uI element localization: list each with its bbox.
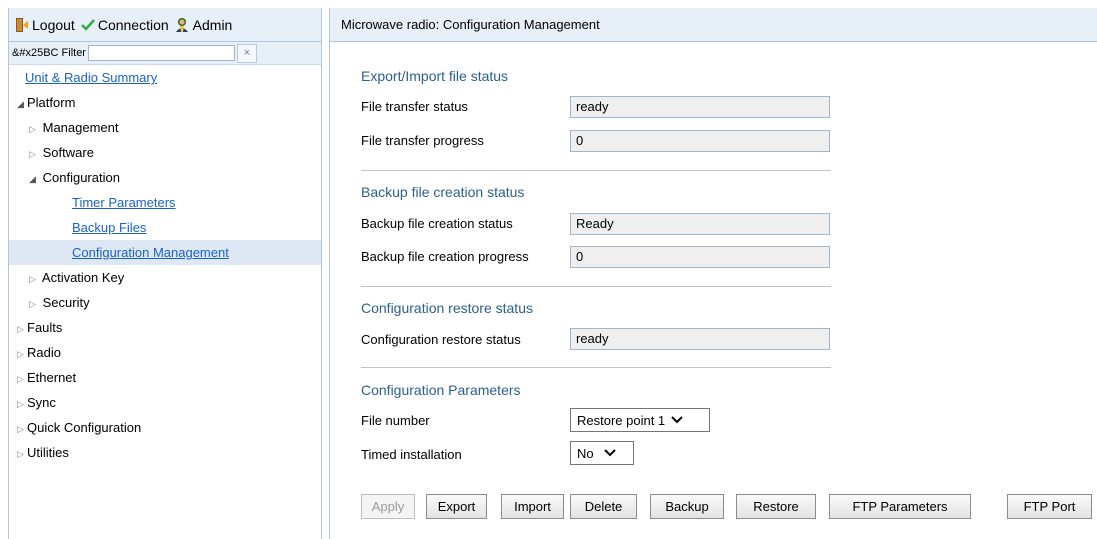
tree-item-radio[interactable]: ▷ Radio <box>9 340 321 365</box>
chevron-down-icon <box>671 416 683 424</box>
logout-button[interactable]: Logout <box>15 17 75 33</box>
ftp-parameters-button[interactable]: FTP Parameters <box>829 494 971 519</box>
section-divider <box>361 170 831 171</box>
logout-icon <box>15 17 29 33</box>
triangle-down-icon[interactable]: ◢ <box>29 167 39 192</box>
tree-link-configuration-management[interactable]: Configuration Management <box>72 245 229 260</box>
main-panel: Microwave radio: Configuration Managemen… <box>329 8 1097 539</box>
triangle-right-icon[interactable]: ▷ <box>29 142 39 167</box>
export-button[interactable]: Export <box>426 494 487 519</box>
section-title-export-import: Export/Import file status <box>361 68 509 84</box>
close-icon: × <box>243 47 251 59</box>
ftp-port-button[interactable]: FTP Port <box>1007 494 1092 519</box>
filter-label: &#x25BC Filter <box>12 47 86 59</box>
tree-item-timer-parameters[interactable]: Timer Parameters <box>9 190 321 215</box>
timed-installation-value: No <box>577 445 594 461</box>
backup-button[interactable]: Backup <box>650 494 724 519</box>
triangle-right-icon[interactable]: ▷ <box>17 317 27 342</box>
tree-label-software: Software <box>42 145 94 160</box>
section-title-parameters: Configuration Parameters <box>361 382 521 398</box>
tree-label-activation-key: Activation Key <box>41 270 125 285</box>
tree-item-unit-summary[interactable]: Unit & Radio Summary <box>9 65 321 90</box>
apply-button[interactable]: Apply <box>361 494 415 519</box>
file-transfer-progress-field: 0 <box>570 130 830 152</box>
restore-button[interactable]: Restore <box>736 494 816 519</box>
main-header: Microwave radio: Configuration Managemen… <box>330 8 1097 42</box>
tree-item-faults[interactable]: ▷ Faults <box>9 315 321 340</box>
restore-status-field: ready <box>570 328 830 350</box>
connection-label: Connection <box>97 16 169 33</box>
file-transfer-status-field: ready <box>570 96 830 118</box>
tree-label-sync: Sync <box>27 395 56 410</box>
tree-link-backup-files[interactable]: Backup Files <box>72 220 146 235</box>
page-title: Microwave radio: Configuration Managemen… <box>341 17 600 32</box>
filter-bar: &#x25BC Filter × <box>9 42 321 65</box>
tree-label-faults: Faults <box>27 320 63 335</box>
backup-status-label: Backup file creation status <box>361 216 513 231</box>
tree-link-timer-parameters[interactable]: Timer Parameters <box>72 195 176 210</box>
file-number-select[interactable]: Restore point 1 <box>570 408 710 432</box>
admin-label: Admin <box>192 16 233 33</box>
tree-item-configuration[interactable]: ◢ Configuration <box>9 165 321 190</box>
timed-installation-select[interactable]: No <box>570 441 634 465</box>
tree-link-unit-summary[interactable]: Unit & Radio Summary <box>25 70 157 85</box>
logout-label: Logout <box>32 16 75 33</box>
section-title-backup: Backup file creation status <box>361 184 525 200</box>
tree-label-configuration: Configuration <box>42 170 120 185</box>
file-number-value: Restore point 1 <box>577 412 666 428</box>
tree-item-ethernet[interactable]: ▷ Ethernet <box>9 365 321 390</box>
tree-item-software[interactable]: ▷ Software <box>9 140 321 165</box>
triangle-right-icon[interactable]: ▷ <box>17 442 27 467</box>
tree-label-security: Security <box>42 295 90 310</box>
tree-label-ethernet: Ethernet <box>27 370 77 385</box>
import-button[interactable]: Import <box>501 494 564 519</box>
tree-item-backup-files[interactable]: Backup Files <box>9 215 321 240</box>
tree-item-security[interactable]: ▷ Security <box>9 290 321 315</box>
delete-button[interactable]: Delete <box>570 494 637 519</box>
backup-progress-field: 0 <box>570 246 830 268</box>
admin-button[interactable]: Admin <box>175 16 233 33</box>
check-icon <box>80 18 95 32</box>
triangle-right-icon[interactable]: ▷ <box>29 267 39 292</box>
triangle-right-icon[interactable]: ▷ <box>29 292 39 317</box>
triangle-down-icon[interactable]: ◢ <box>17 92 27 117</box>
triangle-right-icon[interactable]: ▷ <box>29 117 39 142</box>
section-title-restore: Configuration restore status <box>361 300 533 316</box>
restore-status-label: Configuration restore status <box>361 332 521 347</box>
tree-item-configuration-management[interactable]: Configuration Management <box>9 240 321 265</box>
tree-item-utilities[interactable]: ▷ Utilities <box>9 440 321 465</box>
backup-status-field: Ready <box>570 213 830 235</box>
tree-label-quick-configuration: Quick Configuration <box>27 420 142 435</box>
tree-item-platform[interactable]: ◢ Platform <box>9 90 321 115</box>
filter-input[interactable] <box>87 45 235 61</box>
tree-label-management: Management <box>42 120 119 135</box>
tree-item-activation-key[interactable]: ▷ Activation Key <box>9 265 321 290</box>
chevron-down-icon <box>603 449 616 457</box>
triangle-right-icon[interactable]: ▷ <box>17 417 27 442</box>
filter-clear-button[interactable]: × <box>236 43 257 63</box>
file-transfer-status-label: File transfer status <box>361 99 468 114</box>
tree-label-utilities: Utilities <box>27 445 69 460</box>
navigation-sidebar: Logout Connection Admin &#x25BC Filter ×… <box>8 8 322 539</box>
section-divider <box>361 286 831 287</box>
tree-item-sync[interactable]: ▷ Sync <box>9 390 321 415</box>
sidebar-topbar: Logout Connection Admin <box>9 8 321 42</box>
tree-label-radio: Radio <box>27 345 61 360</box>
file-transfer-progress-label: File transfer progress <box>361 133 484 148</box>
section-divider <box>361 367 831 368</box>
triangle-right-icon[interactable]: ▷ <box>17 392 27 417</box>
backup-progress-label: Backup file creation progress <box>361 249 529 264</box>
file-number-label: File number <box>361 413 430 428</box>
tree-item-quick-configuration[interactable]: ▷ Quick Configuration <box>9 415 321 440</box>
timed-installation-label: Timed installation <box>361 447 462 462</box>
triangle-right-icon[interactable]: ▷ <box>17 367 27 392</box>
user-icon <box>175 17 190 33</box>
triangle-right-icon[interactable]: ▷ <box>17 342 27 367</box>
connection-button[interactable]: Connection <box>80 16 169 33</box>
tree-item-management[interactable]: ▷ Management <box>9 115 321 140</box>
tree-label-platform: Platform <box>27 95 76 110</box>
